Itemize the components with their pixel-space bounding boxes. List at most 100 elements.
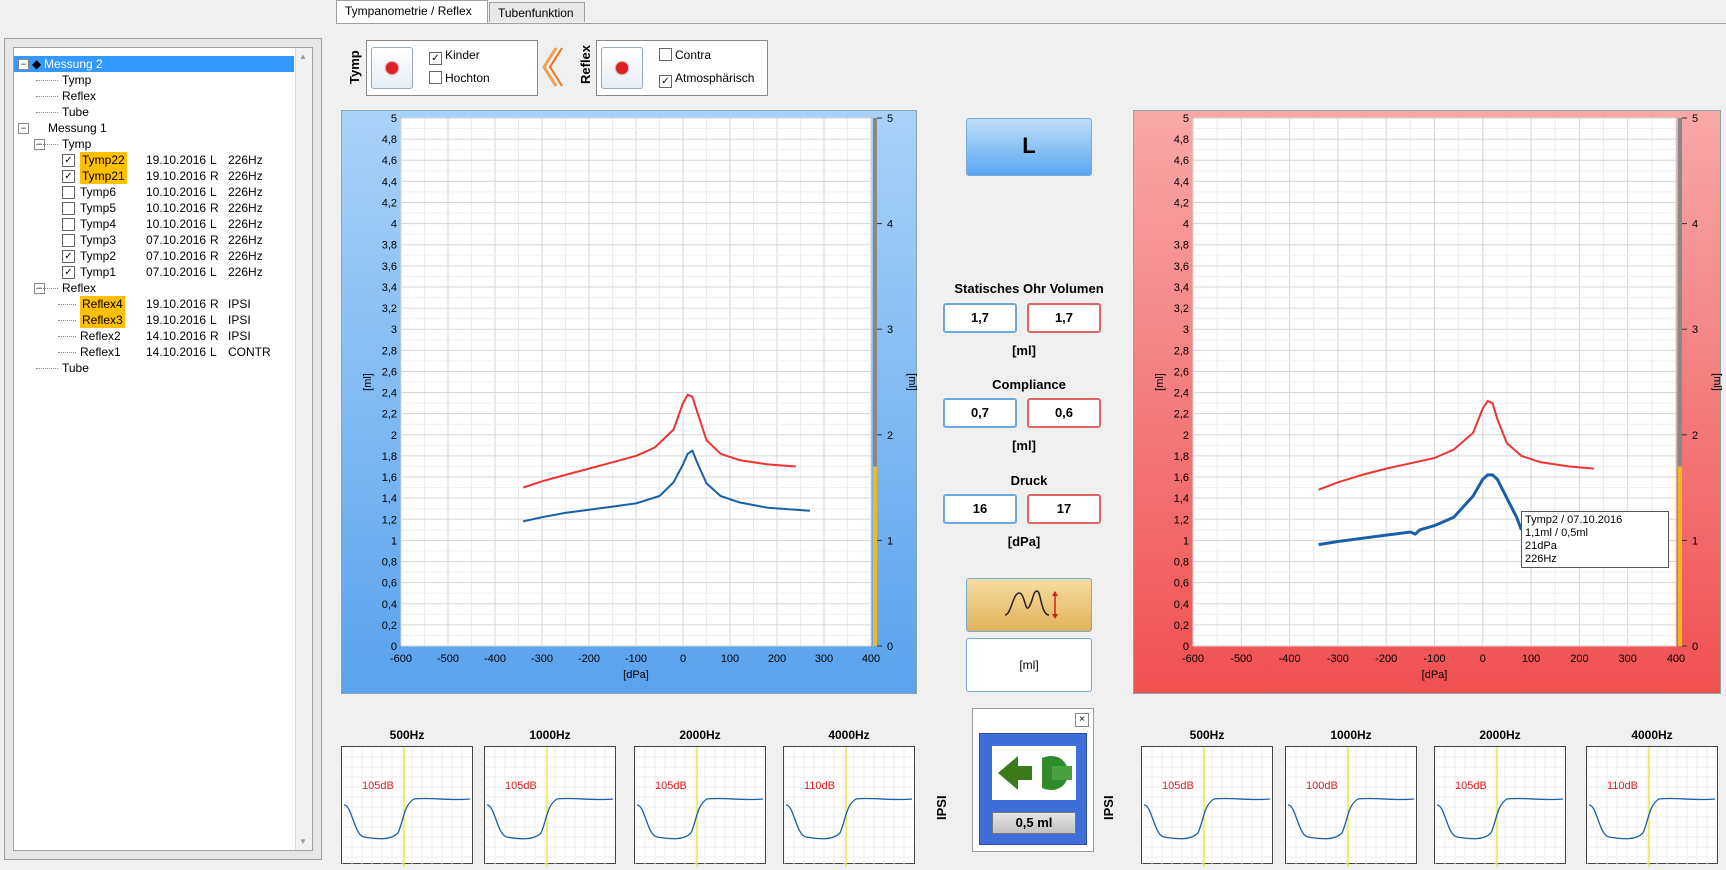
tree-row[interactable]: Tymp4 10.10.2016 L 226Hz [14,216,294,232]
reflex-chart[interactable]: 105dB [634,746,766,867]
tree-checkbox[interactable]: ✓ [62,154,75,167]
tree-item-date: 10.10.2016 [146,185,207,199]
x-tick-label: -100 [1423,653,1445,665]
tree-row[interactable]: Tube [14,360,294,376]
y-tick-label: 2,6 [1174,366,1189,378]
tymp-record-button[interactable] [371,47,413,89]
tree-checkbox[interactable]: ✓ [62,266,75,279]
tree-row[interactable]: − Messung 1 [14,120,294,136]
tree-row[interactable]: Reflex [14,88,294,104]
tree-item-date: 10.10.2016 [146,201,207,215]
scroll-down-icon[interactable]: ▼ [299,837,307,846]
reflex-chart[interactable]: 105dB [341,746,473,867]
checkbox-box[interactable]: ✓ [429,52,442,65]
reflex-chart[interactable]: 105dB [1434,746,1566,867]
tree-row[interactable]: Reflex3 19.10.2016 L IPSI [14,312,294,328]
tree-checkbox[interactable]: ✓ [62,170,75,183]
ipsi-probe-image[interactable] [992,746,1076,800]
hochton-checkbox[interactable]: Hochton [429,70,490,86]
kinder-label: Kinder [445,48,480,62]
contra-checkbox[interactable]: Contra [659,47,711,63]
volume-marker [873,466,877,646]
tree-item-side: L [210,345,217,359]
tree-item-date: 19.10.2016 [146,169,207,183]
reflex-chart[interactable]: 110dB [783,746,915,867]
reflex-chart[interactable]: 100dB [1285,746,1417,867]
x-tick-label: -600 [1182,653,1204,665]
tree-row[interactable]: Reflex4 19.10.2016 R IPSI [14,296,294,312]
tab-tympanometrie-reflex[interactable]: Tympanometrie / Reflex [336,0,488,24]
reflex-record-button[interactable] [601,47,643,89]
tree-checkbox[interactable] [62,218,75,231]
tree-checkbox[interactable]: ✓ [62,250,75,263]
reflex-frequency-label: 500Hz [1189,728,1225,742]
reflex-level-label: 105dB [362,780,394,792]
reflex-curve [343,797,471,840]
y-right-axis-label: [ml] [1711,373,1722,391]
checkbox-box[interactable]: ✓ [659,75,672,88]
checkbox-box[interactable] [659,48,672,61]
tab-tubenfunktion[interactable]: Tubenfunktion [489,2,585,22]
measurement-tree[interactable]: ▲ ▼ − ◆ Messung 2 Tymp Reflex Tube − Messung 1−… [13,47,313,851]
x-tick-label: -200 [1375,653,1397,665]
tree-checkbox[interactable] [62,186,75,199]
y-tick-label: 0,8 [1174,557,1189,569]
reflex-chart[interactable]: 105dB [484,746,616,867]
tree-row[interactable]: Tymp3 07.10.2016 R 226Hz [14,232,294,248]
tree-row[interactable]: Reflex2 14.10.2016 R IPSI [14,328,294,344]
tree-item-date: 07.10.2016 [146,249,207,263]
tree-row[interactable]: − Reflex [14,280,294,296]
y-tick-label: 0,6 [382,578,397,590]
tree-expander-icon[interactable]: − [18,123,29,134]
peak-measure-button[interactable] [966,578,1092,632]
tree-item-side: R [210,201,219,215]
atmospharisch-checkbox[interactable]: ✓ Atmosphärisch [659,70,755,88]
tree-row[interactable]: − ◆ Messung 2 [14,56,294,72]
tree-checkbox[interactable] [62,234,75,247]
tree-item-side: R [210,249,219,263]
tree-row[interactable]: Tymp5 10.10.2016 R 226Hz [14,200,294,216]
tree-row[interactable]: Reflex1 14.10.2016 L CONTR [14,344,294,360]
scroll-up-icon[interactable]: ▲ [299,52,307,61]
tree-row[interactable]: Tube [14,104,294,120]
tree-expander-icon[interactable]: − [18,59,29,70]
atmospharisch-label: Atmosphärisch [675,71,755,85]
unit-ml-button[interactable]: [ml] [966,638,1092,692]
tree-row[interactable]: ✓ Tymp22 19.10.2016 L 226Hz [14,152,294,168]
ipsi-right-label: IPSI [1101,795,1116,820]
ipsi-volume-value[interactable]: 0,5 ml [992,812,1076,834]
ear-side-button[interactable]: L [966,118,1092,176]
reflex-chart[interactable]: 110dB [1586,746,1718,867]
tree-row[interactable]: ✓ Tymp1 07.10.2016 L 226Hz [14,264,294,280]
tree-scrollbar[interactable]: ▲ ▼ [295,48,312,850]
y-tick-label: 3,6 [382,261,397,273]
tree-row[interactable]: Tymp [14,72,294,88]
double-chevron-left-icon[interactable] [538,44,564,90]
y-tick-label: 2,2 [382,409,397,421]
tree-checkbox[interactable] [62,202,75,215]
y-tick-label: 4 [1183,219,1189,231]
right-tympanogram-chart[interactable]: -600 -500 -400 -300 -200 -100 0 100 200 300 400 0 0,… [1134,111,1723,695]
tree-row[interactable]: ✓ Tymp21 19.10.2016 R 226Hz [14,168,294,184]
left-tympanogram-chart[interactable]: -600 -500 -400 -300 -200 -100 0 100 200 300 400 0 0,… [342,111,918,695]
tree-item-info: 226Hz [228,169,263,183]
tree-row[interactable]: − Tymp [14,136,294,152]
tree-connector [36,288,58,289]
tree-item-info: IPSI [228,329,251,343]
compliance-right-value: 0,6 [1027,398,1101,428]
tree-item-info: 226Hz [228,153,263,167]
tree-item-label: Tube [62,105,89,119]
reflex-curve [785,797,913,840]
tree-row[interactable]: Tymp6 10.10.2016 L 226Hz [14,184,294,200]
tree-row[interactable]: ✓ Tymp2 07.10.2016 R 226Hz [14,248,294,264]
y-right-tick-label: 2 [887,430,893,442]
reflex-curve [636,797,764,840]
tree-connector [58,320,76,321]
checkbox-box[interactable] [429,71,442,84]
kinder-checkbox[interactable]: ✓ Kinder [429,47,480,65]
y-right-axis-label: [ml] [906,373,918,391]
reflex-chart[interactable]: 105dB [1141,746,1273,867]
reflex-level-label: 105dB [655,780,687,792]
close-icon[interactable]: × [1075,713,1089,727]
reflex-level-label: 105dB [505,780,537,792]
